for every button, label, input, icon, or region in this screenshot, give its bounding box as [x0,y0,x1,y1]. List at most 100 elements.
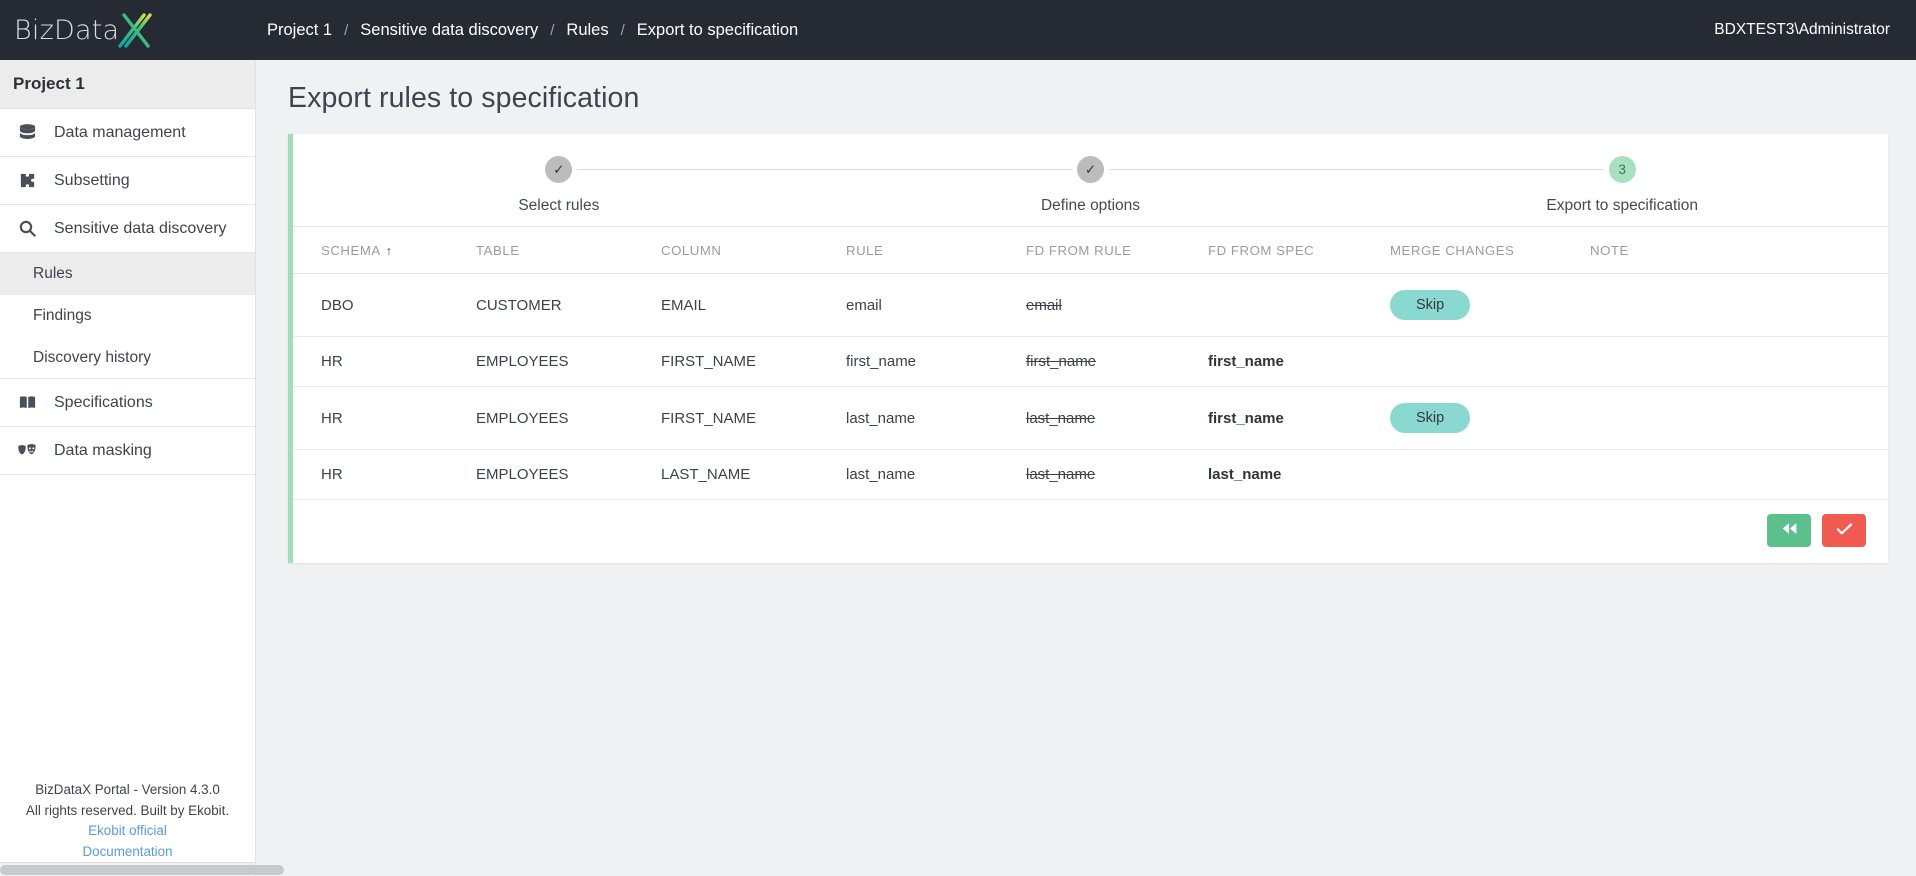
page-title: Export rules to specification [288,82,640,114]
cell-merge-changes: Skip [1390,386,1590,450]
column-header-note[interactable]: NOTE [1590,226,1888,274]
table-row[interactable]: HR EMPLOYEES FIRST_NAME first_name first… [293,336,1888,387]
step-marker: ✓ [1077,156,1104,183]
step-label: Define options [1040,197,1141,214]
fd-from-rule-value: email [1026,296,1062,314]
cell-fd-from-rule: last_name [1026,449,1208,500]
table-row[interactable]: HR EMPLOYEES FIRST_NAME last_name last_n… [293,386,1888,450]
step-marker: 3 [1608,156,1636,183]
column-header-merge-changes[interactable]: MERGE CHANGES [1390,226,1590,274]
sidebar-subitem-label: Discovery history [33,348,151,366]
app-root: BizData Project 1 / Sensitive data disco… [0,0,1916,876]
breadcrumb-separator: / [344,21,349,39]
cell-schema: HR [293,449,476,500]
check-icon [1836,522,1853,540]
breadcrumb-separator: / [620,21,625,39]
cell-rule: email [846,273,1026,337]
table-header-row: SCHEMA ↑ TABLE COLUMN RULE FD FROM RULE F… [293,226,1888,274]
sidebar-footer: BizDataX Portal - Version 4.3.0 All righ… [0,780,255,862]
cell-rule: last_name [846,449,1026,500]
breadcrumb-item-sensitive-data-discovery[interactable]: Sensitive data discovery [360,21,538,40]
sidebar-project-title: Project 1 [0,60,255,109]
cell-fd-from-spec [1208,273,1390,337]
sidebar-item-data-masking[interactable]: Data masking [0,427,255,475]
column-header-column[interactable]: COLUMN [661,226,846,274]
cell-note [1590,273,1888,337]
breadcrumb-item-rules[interactable]: Rules [566,21,608,40]
column-header-label: SCHEMA [321,243,381,258]
cell-column: LAST_NAME [661,449,846,500]
cell-fd-from-spec: first_name [1208,336,1390,387]
column-header-fd-from-rule[interactable]: FD FROM RULE [1026,226,1208,274]
fd-from-spec-value: last_name [1208,466,1282,483]
step-define-options[interactable]: ✓ Define options [824,134,1357,215]
masks-icon [14,440,40,462]
step-export-to-specification[interactable]: 3 Export to specification [1356,134,1888,215]
footer-link-ekobit-official[interactable]: Ekobit official [0,821,255,842]
fd-from-rule-value: first_name [1026,353,1097,370]
cell-note [1590,386,1888,450]
sidebar-item-specifications[interactable]: Specifications [0,379,255,427]
skip-button[interactable]: Skip [1390,290,1471,320]
cell-column: FIRST_NAME [661,386,846,450]
table-row[interactable]: HR EMPLOYEES LAST_NAME last_name last_na… [293,449,1888,500]
sidebar-item-sensitive-data-discovery[interactable]: Sensitive data discovery [0,205,255,253]
footer-version: BizDataX Portal - Version 4.3.0 [35,782,220,797]
sidebar-item-label: Subsetting [54,171,130,189]
table-header: SCHEMA ↑ TABLE COLUMN RULE FD FROM RULE F… [293,226,1888,274]
breadcrumb: Project 1 / Sensitive data discovery / R… [267,21,798,40]
step-label: Select rules [518,197,600,214]
sidebar-item-label: Data masking [54,441,152,459]
sidebar-item-subsetting[interactable]: Subsetting [0,157,255,205]
footer-link-documentation[interactable]: Documentation [0,842,255,863]
cell-column: FIRST_NAME [661,336,846,387]
cell-column: EMAIL [661,273,846,337]
sidebar-subitem-discovery-history[interactable]: Discovery history [0,337,255,379]
fd-from-spec-value: first_name [1208,409,1284,427]
sidebar-subitem-findings[interactable]: Findings [0,295,255,337]
cell-merge-changes: Skip [1390,273,1590,337]
wizard-stepper: ✓ Select rules ✓ Define options 3 Export… [293,134,1888,226]
top-bar: BizData Project 1 / Sensitive data disco… [0,0,1916,60]
cell-fd-from-spec: first_name [1208,386,1390,450]
step-connector-right [1108,169,1357,170]
card-actions [293,500,1888,563]
breadcrumb-item-project[interactable]: Project 1 [267,21,332,40]
sidebar-item-data-management[interactable]: Data management [0,109,255,157]
cell-fd-from-rule: email [1026,273,1208,337]
scrollbar-thumb[interactable] [0,865,284,875]
confirm-button[interactable] [1822,514,1866,547]
column-header-table[interactable]: TABLE [476,226,661,274]
cell-table: EMPLOYEES [476,336,661,387]
back-button[interactable] [1767,514,1811,547]
column-header-rule[interactable]: RULE [846,226,1026,274]
sidebar-subitem-rules[interactable]: Rules [0,253,255,295]
puzzle-icon [14,170,40,192]
body-wrapper: Project 1 Data management Subsetting Sen… [0,60,1916,876]
sidebar: Project 1 Data management Subsetting Sen… [0,60,284,876]
footer-rights: All rights reserved. Built by Ekobit. [25,802,230,818]
horizontal-scrollbar[interactable] [0,862,284,876]
table-body: DBO CUSTOMER EMAIL email email Skip HR E… [293,273,1888,500]
step-select-rules[interactable]: ✓ Select rules [293,134,825,215]
user-name-label: BDXTEST3\Administrator [1714,21,1890,38]
cell-rule: first_name [846,336,1026,387]
app-logo[interactable]: BizData [0,0,256,60]
user-menu[interactable]: BDXTEST3\Administrator [1714,0,1890,60]
book-icon [14,392,40,414]
cell-note [1590,336,1888,387]
skip-button[interactable]: Skip [1390,403,1471,433]
column-header-schema[interactable]: SCHEMA ↑ [293,226,476,274]
table-row[interactable]: DBO CUSTOMER EMAIL email email Skip [293,273,1888,337]
sidebar-subitem-label: Findings [33,306,92,324]
sidebar-item-label: Sensitive data discovery [54,219,227,237]
column-header-fd-from-spec[interactable]: FD FROM SPEC [1208,226,1390,274]
step-connector-left [1356,169,1605,170]
cell-rule: last_name [846,386,1026,450]
cell-fd-from-rule: last_name [1026,386,1208,450]
cell-schema: HR [293,336,476,387]
step-connector-right [576,169,825,170]
cell-merge-changes [1390,336,1590,387]
cell-merge-changes [1390,449,1590,500]
logo-x-icon [110,8,154,57]
